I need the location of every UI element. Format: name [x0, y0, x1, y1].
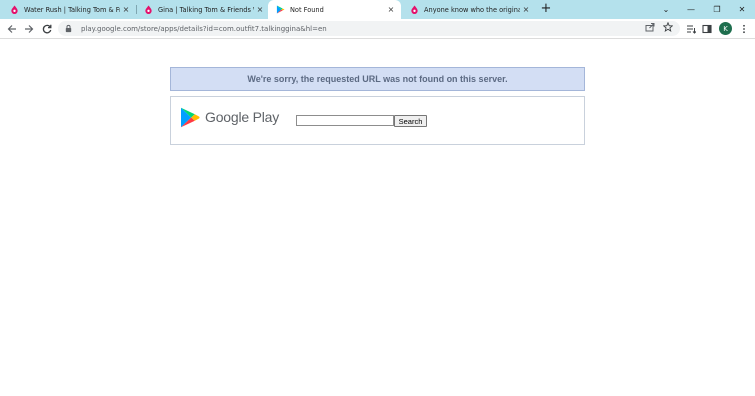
profile-avatar[interactable]: K	[719, 22, 732, 35]
minimize-button[interactable]: —	[678, 0, 704, 19]
google-play-logo-icon[interactable]	[180, 107, 200, 128]
restore-button[interactable]: ❐	[704, 0, 730, 19]
back-arrow-icon	[7, 25, 16, 33]
forward-arrow-icon	[25, 25, 34, 33]
google-play-icon	[276, 5, 285, 14]
side-panel-icon	[702, 24, 712, 34]
search-button[interactable]: Search	[394, 115, 427, 127]
close-tab-icon[interactable]: ×	[120, 5, 132, 14]
share-icon	[645, 23, 655, 32]
reload-icon	[42, 24, 52, 34]
more-vert-icon	[743, 24, 745, 34]
menu-button[interactable]	[737, 22, 751, 36]
search-input[interactable]	[296, 115, 394, 126]
reading-list-button[interactable]	[684, 22, 698, 36]
browser-toolbar: play.google.com/store/apps/details?id=co…	[0, 19, 755, 39]
tab-title: Water Rush | Talking Tom & Friends Wiki	[24, 5, 120, 14]
star-icon	[663, 22, 673, 32]
tab-water-rush[interactable]: Water Rush | Talking Tom & Friends Wiki …	[0, 0, 136, 19]
tab-not-found[interactable]: Not Found ×	[268, 0, 401, 19]
share-button[interactable]	[644, 21, 656, 33]
tab-title: Anyone know who the original voice of Gi…	[424, 5, 520, 14]
address-bar[interactable]: play.google.com/store/apps/details?id=co…	[58, 21, 680, 36]
new-tab-button[interactable]: +	[539, 2, 553, 16]
google-play-header: Google Play Search	[170, 96, 585, 145]
close-tab-icon[interactable]: ×	[385, 5, 397, 14]
fandom-icon	[145, 5, 152, 14]
fandom-icon	[11, 5, 18, 14]
address-url[interactable]: play.google.com/store/apps/details?id=co…	[81, 25, 327, 33]
close-tab-icon[interactable]: ×	[520, 5, 532, 14]
tab-title: Gina | Talking Tom & Friends Wiki	[158, 5, 254, 14]
fandom-icon	[411, 5, 418, 14]
tab-title: Not Found	[290, 5, 324, 14]
error-message: We're sorry, the requested URL was not f…	[247, 74, 508, 84]
tab-strip: Water Rush | Talking Tom & Friends Wiki …	[0, 0, 755, 19]
forward-button[interactable]	[22, 22, 36, 36]
back-button[interactable]	[5, 22, 19, 36]
bookmark-button[interactable]	[662, 21, 674, 33]
tab-gina[interactable]: Gina | Talking Tom & Friends Wiki ×	[134, 0, 270, 19]
close-tab-icon[interactable]: ×	[254, 5, 266, 14]
tab-original-voice[interactable]: Anyone know who the original voice of Gi…	[400, 0, 536, 19]
side-panel-button[interactable]	[700, 22, 714, 36]
google-play-logo-text[interactable]: Google Play	[205, 109, 279, 125]
reload-button[interactable]	[40, 22, 54, 36]
reading-list-icon	[687, 25, 696, 34]
lock-icon[interactable]	[64, 24, 73, 33]
close-window-button[interactable]: ✕	[729, 0, 755, 19]
tab-search-button[interactable]: ⌄	[653, 0, 679, 19]
error-banner: We're sorry, the requested URL was not f…	[170, 67, 585, 91]
